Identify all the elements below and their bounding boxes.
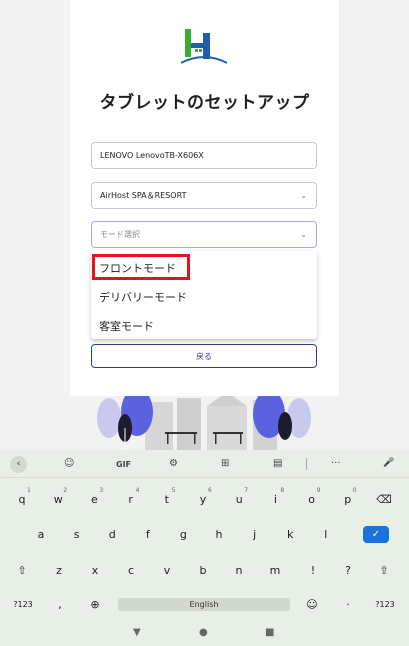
mode-dropdown: フロントモード デリバリーモード 客室モード — [91, 251, 317, 339]
mode-select-placeholder: モード選択 — [100, 230, 140, 239]
mode-option-front[interactable]: フロントモード — [99, 260, 176, 276]
key-o[interactable]: o — [300, 493, 324, 506]
key-p[interactable]: p — [336, 493, 360, 506]
nav-recents-icon[interactable]: ■ — [265, 627, 274, 638]
page-title: タブレットのセットアップ — [99, 93, 310, 113]
gif-button[interactable]: GIF — [116, 460, 131, 469]
keyboard-back-icon[interactable]: ‹ — [10, 456, 27, 473]
key-hint: 3 — [99, 487, 104, 494]
key-t[interactable]: t — [155, 493, 179, 506]
key-k[interactable]: k — [278, 528, 302, 541]
key-m[interactable]: m — [263, 564, 287, 577]
shift-left-icon[interactable]: ⇧ — [10, 564, 34, 577]
key-question[interactable]: ? — [336, 564, 360, 577]
key-hint: 5 — [171, 487, 176, 494]
toolbar-separator — [306, 458, 307, 470]
key-w[interactable]: w — [46, 493, 70, 506]
nav-back-icon[interactable]: ▼ — [133, 627, 141, 638]
key-hint: 2 — [63, 487, 68, 494]
translate-icon[interactable]: ⊞ — [221, 458, 229, 469]
airhost-logo — [181, 29, 227, 64]
emoji-icon[interactable]: ☺ — [300, 598, 324, 611]
key-d[interactable]: d — [100, 528, 124, 541]
mode-option-delivery[interactable]: デリバリーモード — [99, 289, 187, 305]
keyboard-toolbar: ‹ ☺ GIF ⚙ ⊞ ▤ ··· 🎤 — [0, 450, 409, 478]
key-i[interactable]: i — [263, 493, 287, 506]
chevron-down-icon: ⌄ — [300, 191, 307, 200]
hotel-select-value: AirHost SPA＆RESORT — [100, 191, 187, 200]
device-name-value: LENOVO LenovoTB-X606X — [100, 151, 204, 160]
symbols-key-left[interactable]: ?123 — [8, 600, 38, 609]
key-y[interactable]: y — [191, 493, 215, 506]
key-e[interactable]: e — [82, 493, 106, 506]
key-v[interactable]: v — [155, 564, 179, 577]
device-name-field[interactable]: LENOVO LenovoTB-X606X — [91, 142, 317, 169]
more-icon[interactable]: ··· — [331, 458, 341, 469]
space-bar[interactable]: English — [118, 598, 290, 611]
mode-option-room[interactable]: 客室モード — [99, 318, 154, 334]
town-illustration — [97, 396, 311, 450]
chevron-down-icon: ⌄ — [300, 230, 307, 239]
key-j[interactable]: j — [243, 528, 267, 541]
key-hint: 1 — [27, 487, 31, 494]
back-button[interactable]: 戻る — [91, 344, 317, 368]
key-x[interactable]: x — [83, 564, 107, 577]
mic-icon[interactable]: 🎤 — [383, 458, 394, 468]
soft-keyboard: ‹ ☺ GIF ⚙ ⊞ ▤ ··· 🎤 q1 w2 e3 r4 t5 y6 u7 i8 o9 p0… — [0, 450, 409, 618]
key-a[interactable]: a — [29, 528, 53, 541]
key-c[interactable]: c — [119, 564, 143, 577]
key-hint: 4 — [135, 487, 140, 494]
enter-key[interactable]: ✓ — [363, 526, 389, 543]
globe-icon[interactable]: ⊕ — [83, 598, 107, 611]
key-r[interactable]: r — [119, 493, 143, 506]
key-hint: 7 — [244, 487, 249, 494]
mode-select[interactable]: モード選択 ⌄ — [91, 221, 317, 248]
shift-right-icon[interactable]: ⇧ — [372, 564, 396, 577]
key-exclamation[interactable]: ! — [301, 564, 325, 577]
key-l[interactable]: l — [314, 528, 338, 541]
key-f[interactable]: f — [136, 528, 160, 541]
key-hint: 0 — [352, 487, 357, 494]
key-z[interactable]: z — [47, 564, 71, 577]
key-n[interactable]: n — [227, 564, 251, 577]
hotel-select[interactable]: AirHost SPA＆RESORT ⌄ — [91, 182, 317, 209]
key-hint: 6 — [208, 487, 212, 494]
key-g[interactable]: g — [171, 528, 195, 541]
nav-home-icon[interactable]: ● — [199, 627, 208, 638]
key-hint: 9 — [316, 487, 321, 494]
key-s[interactable]: s — [65, 528, 89, 541]
sticker-icon[interactable]: ☺ — [64, 458, 74, 469]
key-b[interactable]: b — [191, 564, 215, 577]
key-hint: 8 — [280, 487, 285, 494]
key-u[interactable]: u — [227, 493, 251, 506]
comma-key[interactable]: , — [48, 598, 72, 611]
clipboard-icon[interactable]: ▤ — [273, 458, 282, 469]
backspace-icon[interactable]: ⌫ — [372, 493, 396, 506]
settings-icon[interactable]: ⚙ — [169, 458, 178, 469]
system-nav-bar: ▼ ● ■ — [0, 618, 409, 646]
symbols-key-right[interactable]: ?123 — [370, 600, 400, 609]
key-h[interactable]: h — [207, 528, 231, 541]
key-q[interactable]: q — [10, 493, 34, 506]
period-key[interactable]: · — [336, 598, 360, 611]
